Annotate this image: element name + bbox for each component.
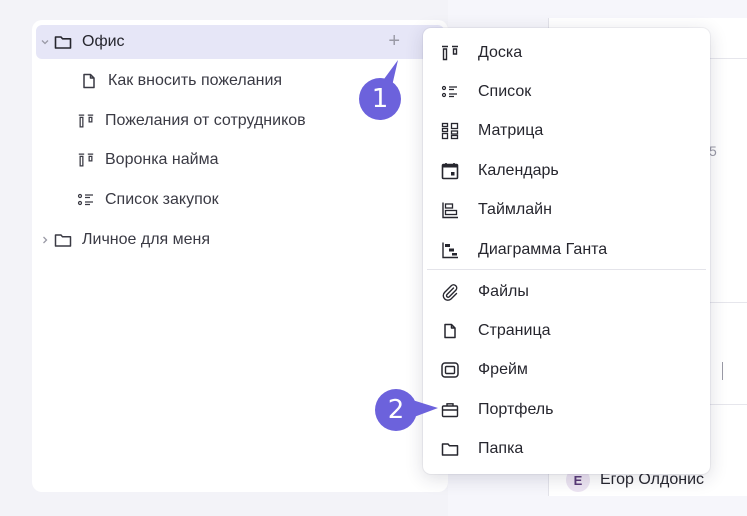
menu-item-folder[interactable]: Папка bbox=[423, 431, 710, 467]
paperclip-icon bbox=[440, 282, 460, 302]
menu-item-timeline[interactable]: Таймлайн bbox=[423, 192, 710, 228]
board-icon bbox=[77, 151, 95, 169]
background-number: 5 bbox=[709, 143, 717, 159]
calendar-icon bbox=[440, 161, 460, 181]
sidebar-item-label: Список закупок bbox=[105, 191, 219, 208]
sidebar-item-label: Личное для меня bbox=[82, 231, 211, 248]
folder-icon bbox=[440, 439, 460, 459]
sidebar-item-board[interactable]: Пожелания от сотрудников bbox=[77, 104, 306, 138]
chevron-down-icon[interactable] bbox=[36, 37, 54, 47]
menu-divider bbox=[427, 269, 706, 270]
menu-item-label: Страница bbox=[478, 322, 551, 339]
callout-marker-1: 1 bbox=[359, 78, 401, 120]
menu-item-portfolio[interactable]: Портфель bbox=[423, 392, 710, 428]
page-icon bbox=[440, 321, 460, 341]
menu-item-list[interactable]: Список bbox=[423, 74, 710, 110]
menu-item-label: Папка bbox=[478, 440, 524, 457]
folder-icon bbox=[54, 33, 72, 51]
menu-item-label: Доска bbox=[478, 44, 523, 61]
page-icon bbox=[80, 72, 98, 90]
create-menu: Доска Список Матрица Календарь Таймлайн … bbox=[423, 28, 710, 474]
sidebar-item-page[interactable]: Как вносить пожелания bbox=[80, 64, 282, 98]
menu-item-files[interactable]: Файлы bbox=[423, 274, 710, 310]
matrix-icon bbox=[440, 121, 460, 141]
divider bbox=[722, 362, 723, 380]
sidebar-item-personal[interactable]: Личное для меня bbox=[36, 223, 210, 257]
sidebar-item-label: Пожелания от сотрудников bbox=[105, 112, 306, 129]
sidebar-item-board[interactable]: Воронка найма bbox=[77, 143, 218, 177]
sidebar-item-label: Воронка найма bbox=[105, 151, 219, 168]
menu-item-gantt[interactable]: Диаграмма Ганта bbox=[423, 232, 710, 268]
timeline-icon bbox=[440, 200, 460, 220]
callout-marker-2: 2 bbox=[375, 389, 417, 431]
sidebar-item-office[interactable]: Офис + bbox=[36, 25, 444, 59]
frame-icon bbox=[440, 360, 460, 380]
gantt-icon bbox=[440, 240, 460, 260]
sidebar-item-label: Как вносить пожелания bbox=[108, 72, 283, 89]
board-icon bbox=[440, 43, 460, 63]
board-icon bbox=[77, 112, 95, 130]
menu-item-page[interactable]: Страница bbox=[423, 313, 710, 349]
list-icon bbox=[440, 82, 460, 102]
chevron-right-icon[interactable] bbox=[36, 235, 54, 245]
menu-item-label: Диаграмма Ганта bbox=[478, 241, 608, 258]
sidebar-item-list[interactable]: Список закупок bbox=[77, 183, 219, 217]
menu-item-label: Таймлайн bbox=[478, 201, 552, 218]
menu-item-label: Портфель bbox=[478, 401, 554, 418]
menu-item-frame[interactable]: Фрейм bbox=[423, 352, 710, 388]
menu-item-board[interactable]: Доска bbox=[423, 35, 710, 71]
menu-item-calendar[interactable]: Календарь bbox=[423, 153, 710, 189]
add-button[interactable]: + bbox=[388, 31, 400, 51]
menu-item-label: Матрица bbox=[478, 122, 544, 139]
menu-item-label: Фрейм bbox=[478, 361, 528, 378]
menu-item-label: Файлы bbox=[478, 283, 529, 300]
list-icon bbox=[77, 191, 95, 209]
folder-icon bbox=[54, 231, 72, 249]
menu-item-label: Список bbox=[478, 83, 532, 100]
sidebar-item-label: Офис bbox=[82, 33, 125, 50]
menu-item-label: Календарь bbox=[478, 162, 559, 179]
briefcase-icon bbox=[440, 400, 460, 420]
menu-item-matrix[interactable]: Матрица bbox=[423, 113, 710, 149]
